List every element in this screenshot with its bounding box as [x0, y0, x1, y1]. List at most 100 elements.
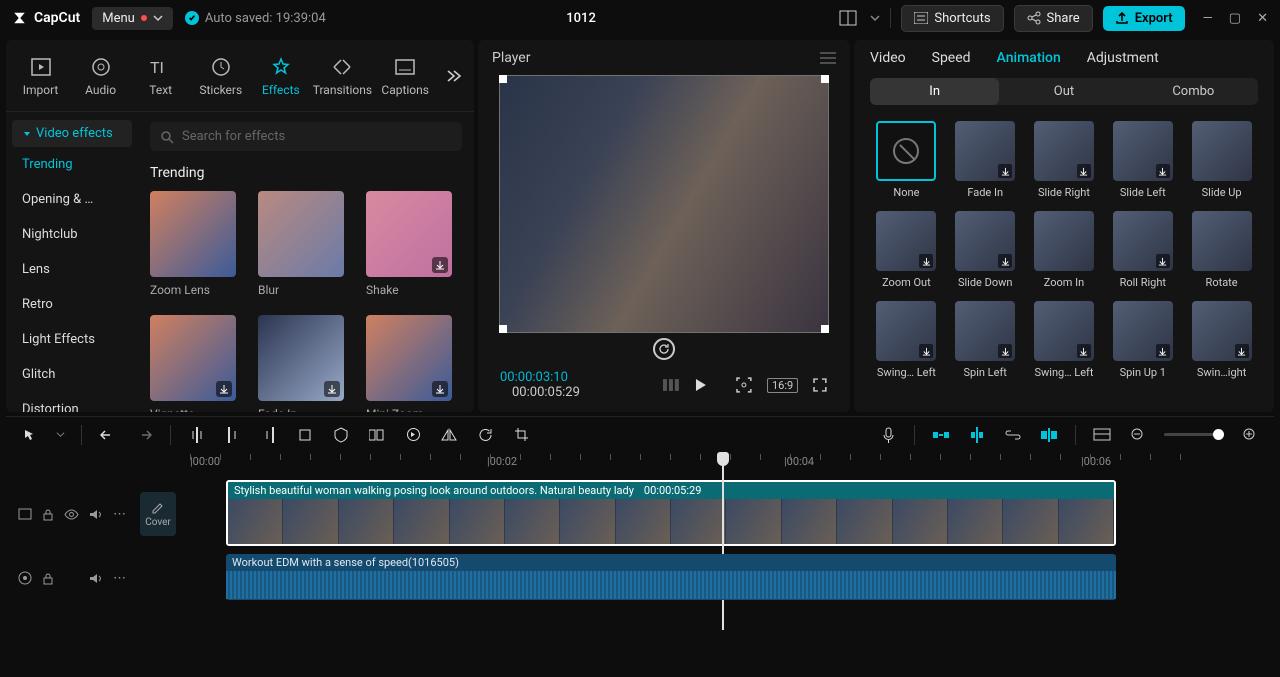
animation-spin-up-[interactable]: Spin Up 1 [1108, 301, 1177, 379]
download-icon[interactable] [1156, 344, 1170, 358]
animation-zoom-in[interactable]: Zoom In [1030, 211, 1099, 289]
tab-effects[interactable]: Effects [258, 55, 303, 97]
download-icon[interactable] [1156, 254, 1170, 268]
tab-stickers[interactable]: Stickers [198, 55, 243, 97]
film-icon[interactable] [18, 508, 32, 520]
audio-track-icon[interactable] [18, 571, 32, 585]
menu-button[interactable]: Menu [92, 7, 173, 30]
scan-icon[interactable] [735, 376, 753, 394]
magnet-icon[interactable] [931, 425, 951, 445]
tab-import[interactable]: Import [18, 55, 63, 97]
effect-vignette[interactable]: Vignette [150, 315, 246, 412]
sidebar-item-nightclub[interactable]: Nightclub [12, 217, 132, 252]
fullscreen-icon[interactable] [812, 377, 828, 393]
sub-tab-in[interactable]: In [870, 78, 999, 105]
sidebar-item-retro[interactable]: Retro [12, 287, 132, 322]
sidebar-item-glitch[interactable]: Glitch [12, 357, 132, 392]
animation-swin-ight[interactable]: Swin…ight [1187, 301, 1256, 379]
shortcuts-button[interactable]: Shortcuts [901, 5, 1003, 32]
right-tab-speed[interactable]: Speed [932, 50, 971, 66]
refresh-icon[interactable] [653, 338, 675, 360]
sidebar-item-light-effects[interactable]: Light Effects [12, 322, 132, 357]
download-icon[interactable] [919, 344, 933, 358]
play-icon[interactable] [693, 378, 707, 392]
more-tabs-icon[interactable] [444, 69, 462, 83]
video-effects-header[interactable]: Video effects [12, 120, 132, 147]
sub-tab-combo[interactable]: Combo [1129, 78, 1258, 105]
sidebar-item-trending[interactable]: Trending [12, 147, 132, 182]
delete-left-icon[interactable] [223, 425, 243, 445]
chevron-down-icon[interactable] [870, 13, 880, 23]
video-track-area[interactable]: Stylish beautiful woman walking posing l… [182, 478, 1274, 550]
download-icon[interactable] [998, 254, 1012, 268]
animation-slide-left[interactable]: Slide Left [1108, 121, 1177, 199]
download-icon[interactable] [432, 381, 448, 397]
frames-icon[interactable] [367, 425, 387, 445]
right-tab-adjustment[interactable]: Adjustment [1087, 50, 1159, 66]
video-clip[interactable]: Stylish beautiful woman walking posing l… [226, 480, 1116, 546]
sidebar-item-opening-[interactable]: Opening & … [12, 182, 132, 217]
effect-zoom-lens[interactable]: Zoom Lens [150, 191, 246, 297]
animation-none[interactable]: None [872, 121, 941, 199]
player-viewport[interactable] [500, 76, 828, 332]
hamburger-icon[interactable] [820, 51, 836, 65]
more-icon[interactable]: ⋯ [113, 507, 126, 522]
zoom-slider[interactable] [1164, 433, 1224, 436]
download-icon[interactable] [1077, 164, 1091, 178]
audio-track-area[interactable]: Workout EDM with a sense of speed(101650… [182, 550, 1274, 606]
aspect-ratio[interactable]: 16:9 [767, 378, 798, 393]
share-button[interactable]: Share [1014, 5, 1093, 32]
maximize-icon[interactable]: ▢ [1229, 11, 1241, 26]
layout-icon[interactable] [836, 7, 860, 29]
cover-button[interactable]: Cover [140, 492, 176, 536]
animation-swing-left[interactable]: Swing… Left [872, 301, 941, 379]
undo-icon[interactable] [98, 425, 118, 445]
effect-mini-zoom[interactable]: Mini Zoom [366, 315, 462, 412]
link-icon[interactable] [1003, 425, 1023, 445]
effect-blur[interactable]: Blur [258, 191, 354, 297]
preview-cut-icon[interactable] [1039, 425, 1059, 445]
download-icon[interactable] [216, 381, 232, 397]
preview-icon[interactable] [1092, 425, 1112, 445]
tab-captions[interactable]: Captions [381, 55, 429, 97]
zoom-in-icon[interactable] [1240, 425, 1260, 445]
animation-slide-up[interactable]: Slide Up [1187, 121, 1256, 199]
download-icon[interactable] [919, 254, 933, 268]
lock-icon[interactable] [42, 508, 54, 521]
resize-handle[interactable] [821, 325, 829, 333]
resize-handle[interactable] [499, 75, 507, 83]
animation-slide-down[interactable]: Slide Down [951, 211, 1020, 289]
selection-tool-icon[interactable] [20, 425, 40, 445]
mask-icon[interactable] [331, 425, 351, 445]
animation-rotate[interactable]: Rotate [1187, 211, 1256, 289]
sidebar-item-distortion[interactable]: Distortion [12, 392, 132, 412]
download-icon[interactable] [1235, 344, 1249, 358]
crop-icon[interactable] [295, 425, 315, 445]
reverse-icon[interactable] [403, 425, 423, 445]
audio-clip[interactable]: Workout EDM with a sense of speed(101650… [226, 554, 1116, 600]
download-icon[interactable] [1156, 164, 1170, 178]
effect-shake[interactable]: Shake [366, 191, 462, 297]
split-icon[interactable] [187, 425, 207, 445]
crop2-icon[interactable] [511, 425, 531, 445]
animation-zoom-out[interactable]: Zoom Out [872, 211, 941, 289]
effect-fade-in[interactable]: Fade In [258, 315, 354, 412]
animation-roll-right[interactable]: Roll Right [1108, 211, 1177, 289]
resize-handle[interactable] [821, 75, 829, 83]
timeline-ruler[interactable]: |00:00|00:02|00:04|00:06 [142, 452, 1274, 474]
resize-handle[interactable] [499, 325, 507, 333]
right-tab-animation[interactable]: Animation [997, 50, 1061, 66]
rotate-icon[interactable] [475, 425, 495, 445]
animation-fade-in[interactable]: Fade In [951, 121, 1020, 199]
eye-icon[interactable] [64, 509, 79, 520]
tab-audio[interactable]: Audio [78, 55, 123, 97]
animation-swing-left[interactable]: Swing… Left [1030, 301, 1099, 379]
animation-slide-right[interactable]: Slide Right [1030, 121, 1099, 199]
export-button[interactable]: Export [1103, 6, 1185, 31]
snap-icon[interactable] [967, 425, 987, 445]
mic-icon[interactable] [878, 425, 898, 445]
zoom-out-icon[interactable] [1128, 425, 1148, 445]
volume-icon[interactable] [89, 508, 103, 521]
sidebar-item-lens[interactable]: Lens [12, 252, 132, 287]
lock-icon[interactable] [42, 572, 54, 585]
